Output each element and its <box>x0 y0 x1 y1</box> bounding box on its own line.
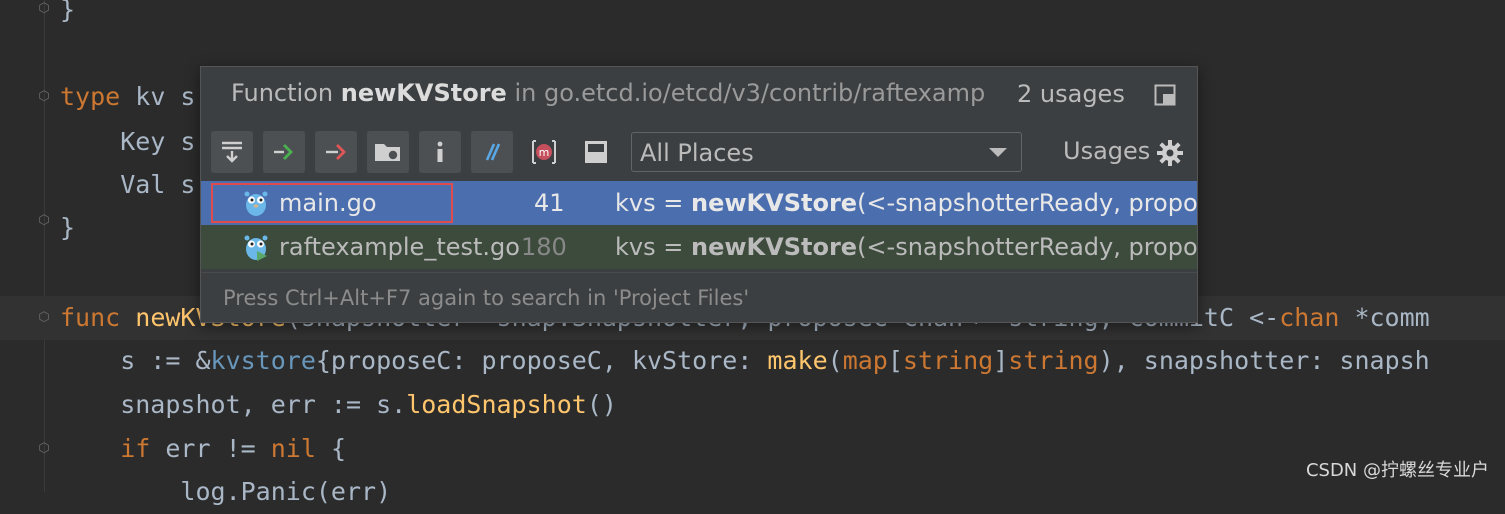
merge-icon <box>222 141 242 163</box>
fold-marker-icon[interactable]: ⬡ <box>37 442 51 456</box>
usage-snippet: kvs = newKVStore(<-snapshotterReady, pro… <box>615 233 1197 261</box>
popup-footer: Press Ctrl+Alt+F7 again to search in 'Pr… <box>201 272 1197 323</box>
annotation-highlight-box <box>211 183 453 223</box>
usage-row[interactable]: raftexample_test.go 180 kvs = newKVStore… <box>201 225 1197 269</box>
merge-usages-button[interactable] <box>211 131 253 173</box>
show-comments-button[interactable] <box>471 131 513 173</box>
find-usages-popup[interactable]: Function newKVStore in go.etcd.io/etcd/v… <box>200 66 1198 323</box>
fold-marker-icon[interactable]: ⬡ <box>37 311 51 325</box>
gutter <box>44 0 45 492</box>
usage-line-number: 41 <box>534 189 565 217</box>
scope-value: All Places <box>640 139 754 167</box>
gear-icon[interactable] <box>1156 139 1184 167</box>
scope-select[interactable]: All Places <box>631 132 1022 172</box>
usages-list[interactable]: main.go 41 kvs = newKVStore(<-snapshotte… <box>201 181 1197 269</box>
symbol-location: in go.etcd.io/etcd/v3/contrib/raftexampl… <box>514 79 986 107</box>
usage-match: newKVStore <box>690 189 858 217</box>
read-access-icon <box>326 144 346 160</box>
info-icon <box>437 141 443 162</box>
code-line[interactable]: } <box>60 0 1505 32</box>
fold-marker-icon[interactable]: ⬡ <box>37 214 51 228</box>
navigate-button[interactable] <box>263 131 305 173</box>
navigate-icon <box>274 144 293 160</box>
code-line[interactable]: if err != nil { <box>60 427 1505 471</box>
method-filter-button[interactable]: m <box>523 131 565 173</box>
method-icon: m <box>532 140 556 164</box>
popup-header: Function newKVStore in go.etcd.io/etcd/v… <box>201 67 1197 125</box>
go-test-file-icon <box>244 235 268 261</box>
svg-text:m: m <box>539 146 550 159</box>
usage-file: raftexample_test.go <box>279 233 520 261</box>
popup-title: Function newKVStore in go.etcd.io/etcd/v… <box>231 79 986 107</box>
preview-icon <box>585 141 607 163</box>
open-in-window-icon[interactable] <box>1154 84 1176 106</box>
popup-toolbar: m All Places Usages <box>201 125 1197 181</box>
code-line[interactable]: snapshot, err := s.loadSnapshot() <box>60 383 1505 427</box>
usages-label: Usages <box>1063 137 1151 165</box>
folder-icon <box>375 144 400 161</box>
usage-line-number: 180 <box>521 233 567 261</box>
usage-snippet: kvs = newKVStore(<-snapshotterReady, pro… <box>615 189 1197 217</box>
preview-button[interactable] <box>575 131 617 173</box>
comment-slash-icon <box>485 143 501 161</box>
watermark: CSDN @拧螺丝专业户 <box>1305 460 1489 481</box>
symbol-name: newKVStore <box>340 79 507 107</box>
usage-row[interactable]: main.go 41 kvs = newKVStore(<-snapshotte… <box>201 181 1197 225</box>
usage-count: 2 usages <box>1017 80 1125 108</box>
chevron-down-icon <box>989 148 1007 157</box>
footer-hint: Press Ctrl+Alt+F7 again to search in 'Pr… <box>223 286 750 310</box>
show-info-button[interactable] <box>419 131 461 173</box>
code-line[interactable]: s := &kvstore{proposeC: proposeC, kvStor… <box>60 339 1505 383</box>
usage-match: newKVStore <box>690 233 858 261</box>
show-read-access-button[interactable] <box>315 131 357 173</box>
fold-marker-icon[interactable]: ⬡ <box>37 2 51 16</box>
group-by-directory-button[interactable] <box>367 131 409 173</box>
code-line[interactable]: log.Panic(err) <box>60 470 1505 514</box>
fold-marker-icon[interactable]: ⬡ <box>37 90 51 104</box>
